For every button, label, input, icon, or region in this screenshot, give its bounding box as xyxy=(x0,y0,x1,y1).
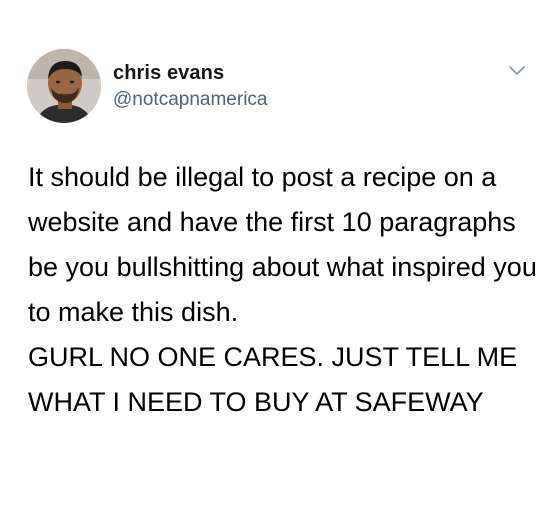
tweet-card: chris evans @notcapnamerica It should be… xyxy=(0,0,552,523)
profile-photo-icon xyxy=(27,49,101,123)
avatar[interactable] xyxy=(27,49,101,123)
tweet-text-paragraph: GURL NO ONE CARES. JUST TELL ME WHAT I N… xyxy=(28,342,518,417)
user-handle[interactable]: @notcapnamerica xyxy=(113,89,267,111)
display-name[interactable]: chris evans xyxy=(113,62,224,85)
tweet-text-paragraph: It should be illegal to post a recipe on… xyxy=(28,162,537,327)
tweet-header: chris evans @notcapnamerica xyxy=(27,49,527,123)
chevron-down-icon[interactable] xyxy=(507,63,527,77)
